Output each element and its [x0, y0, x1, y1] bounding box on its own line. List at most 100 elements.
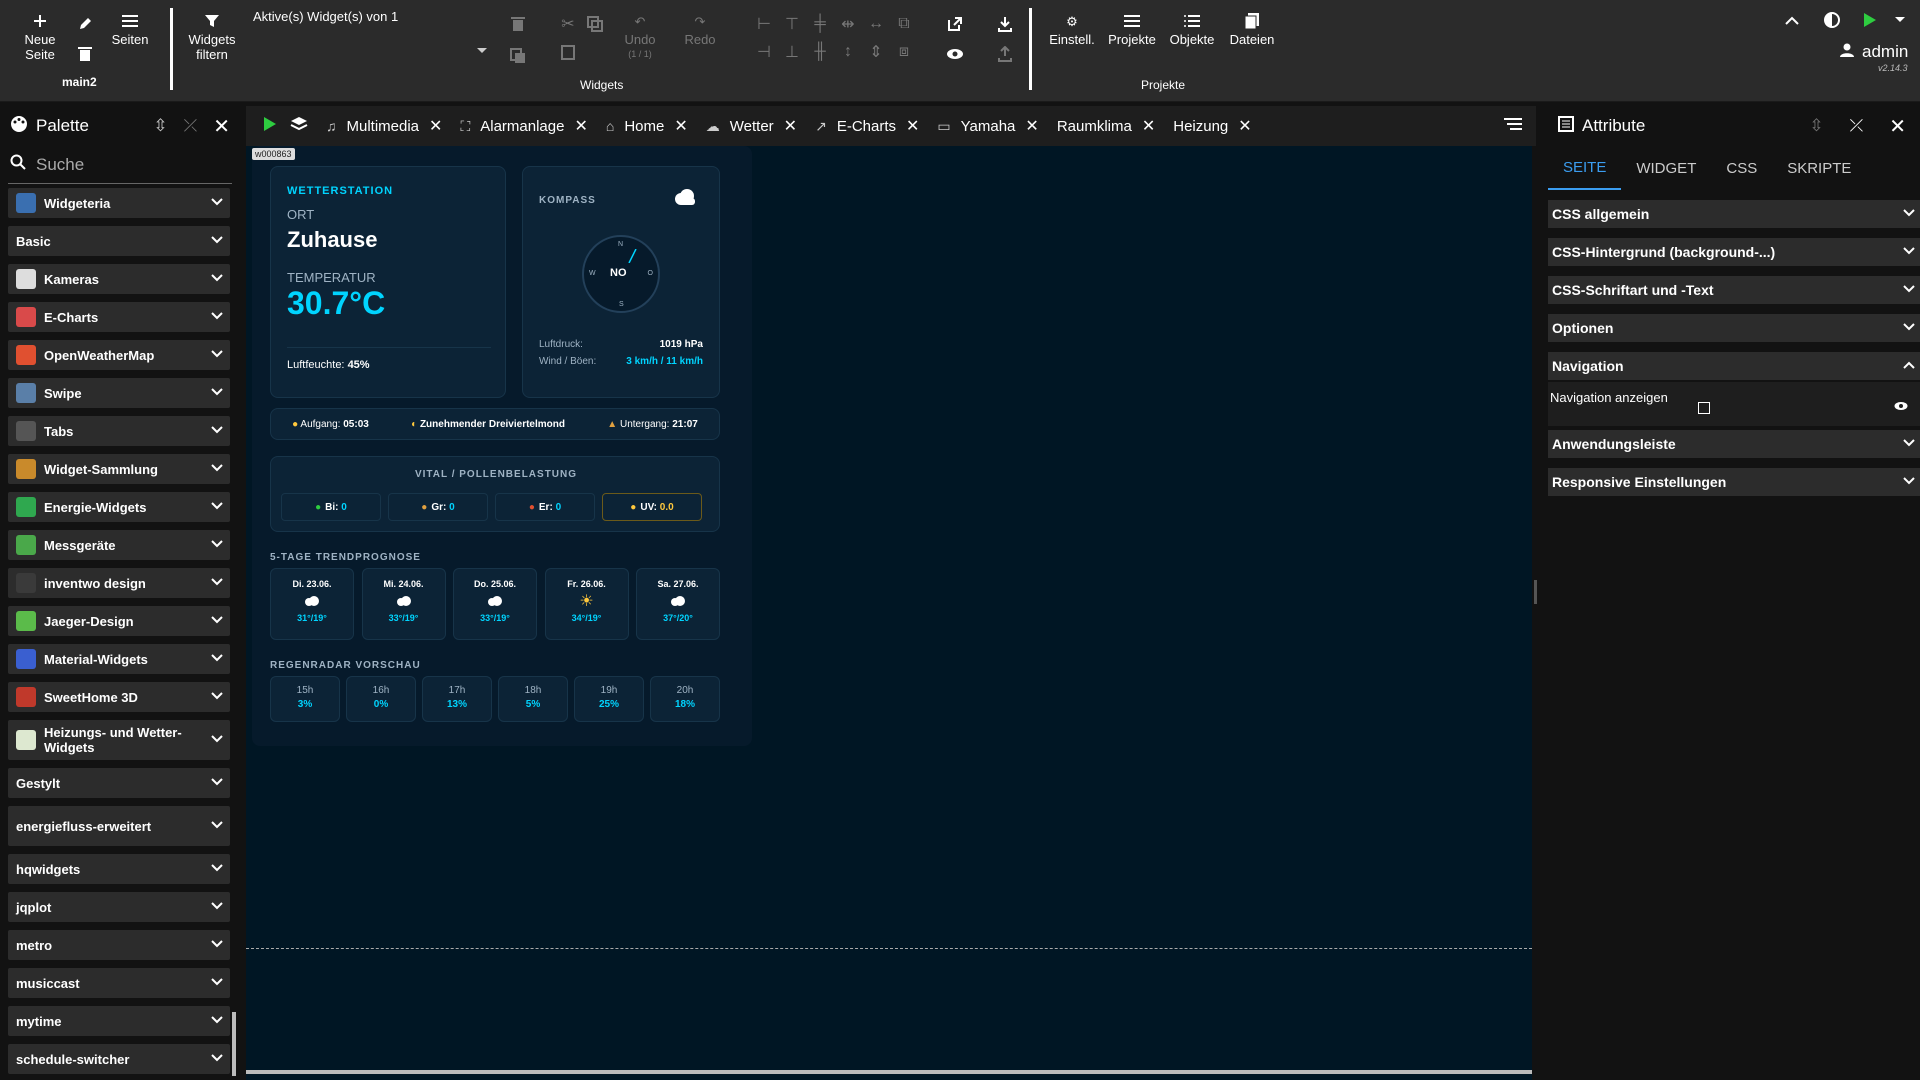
sort-icon[interactable]: ⇳: [1809, 116, 1823, 136]
undo-button[interactable]: ↶ Undo (1 / 1): [620, 10, 660, 62]
section-responsive-einstellungen[interactable]: Responsive Einstellungen: [1548, 468, 1920, 496]
tab-heizung[interactable]: Heizung ✕: [1173, 116, 1251, 136]
palette-item[interactable]: Swipe: [8, 378, 230, 408]
palette-item[interactable]: Heizungs- und Wetter-Widgets: [8, 720, 230, 760]
palette-item[interactable]: schedule-switcher: [8, 1044, 230, 1074]
tab-seite[interactable]: SEITE: [1548, 146, 1622, 190]
copy-widget-icon[interactable]: [508, 46, 528, 66]
align-left-icon[interactable]: ⊢: [754, 14, 774, 34]
delete-widget-icon[interactable]: [508, 14, 528, 34]
chevron-up-icon[interactable]: [1782, 10, 1802, 30]
open-external-icon[interactable]: [945, 14, 965, 34]
distribute-h-icon[interactable]: ⇹: [838, 14, 858, 34]
active-widgets-dropdown[interactable]: [476, 42, 488, 60]
palette-item[interactable]: Tabs: [8, 416, 230, 446]
close-icon[interactable]: ✕: [1142, 116, 1155, 136]
palette-item[interactable]: jqplot: [8, 892, 230, 922]
close-icon[interactable]: ✕: [429, 116, 442, 136]
weather-widget[interactable]: WETTERSTATION ORT Zuhause TEMPERATUR 30.…: [252, 146, 752, 746]
delete-page-icon[interactable]: [75, 44, 95, 64]
tab-e-charts[interactable]: ↗ E-Charts ✕: [815, 116, 919, 136]
theme-toggle-icon[interactable]: [1822, 10, 1842, 30]
palette-item[interactable]: Widget-Sammlung: [8, 454, 230, 484]
close-icon[interactable]: ✕: [1238, 116, 1251, 136]
palette-item[interactable]: Basic: [8, 226, 230, 256]
palette-item[interactable]: Messgeräte: [8, 530, 230, 560]
close-icon[interactable]: ✕: [574, 116, 587, 136]
user-menu[interactable]: admin: [1840, 42, 1908, 62]
edit-page-icon[interactable]: [75, 14, 95, 34]
palette-item[interactable]: metro: [8, 930, 230, 960]
palette-item[interactable]: hqwidgets: [8, 854, 230, 884]
close-icon[interactable]: ✕: [1025, 116, 1038, 136]
close-icon[interactable]: ✕: [906, 116, 919, 136]
settings-button[interactable]: ⚙ Einstell.: [1048, 10, 1096, 48]
section-optionen[interactable]: Optionen: [1548, 314, 1920, 342]
ungroup-icon[interactable]: ⧈: [894, 42, 914, 62]
play-icon[interactable]: [264, 116, 276, 136]
redo-button[interactable]: ↷ Redo: [680, 10, 720, 48]
export-icon[interactable]: [995, 44, 1015, 64]
new-page-button[interactable]: Neue Seite: [22, 10, 58, 62]
nav-show-checkbox[interactable]: [1698, 402, 1710, 414]
palette-item[interactable]: Kameras: [8, 264, 230, 294]
section-css-hintergrund-background-[interactable]: CSS-Hintergrund (background-...): [1548, 238, 1920, 266]
objects-button[interactable]: Objekte: [1166, 10, 1218, 47]
section-css-schriftart-und-text[interactable]: CSS-Schriftart und -Text: [1548, 276, 1920, 304]
align-right-icon[interactable]: ⊣: [754, 42, 774, 62]
right-resize-handle[interactable]: [1534, 580, 1537, 604]
duplicate-icon[interactable]: [585, 14, 605, 34]
align-bottom-icon[interactable]: ⊥: [782, 42, 802, 62]
palette-scrollbar[interactable]: [232, 1012, 236, 1076]
palette-item[interactable]: Gestylt: [8, 768, 230, 798]
align-center-h-icon[interactable]: ╫: [810, 42, 830, 62]
tab-multimedia[interactable]: ♫ Multimedia ✕: [326, 116, 442, 136]
tab-css[interactable]: CSS: [1711, 146, 1772, 190]
tab-alarmanlage[interactable]: ⛶ Alarmanlage ✕: [460, 116, 587, 136]
align-top-icon[interactable]: ⊤: [782, 14, 802, 34]
palette-item[interactable]: mytime: [8, 1006, 230, 1036]
editor-canvas[interactable]: WETTERSTATION ORT Zuhause TEMPERATUR 30.…: [246, 146, 1532, 1080]
palette-search[interactable]: Suche: [8, 146, 232, 184]
distribute-v-icon[interactable]: ↕: [838, 42, 858, 62]
align-center-v-icon[interactable]: ╪: [810, 14, 830, 34]
palette-item[interactable]: Energie-Widgets: [8, 492, 230, 522]
close-icon[interactable]: ✕: [674, 116, 687, 136]
section-anwendungsleiste[interactable]: Anwendungsleiste: [1548, 430, 1920, 458]
import-icon[interactable]: [995, 14, 1015, 34]
palette-item[interactable]: musiccast: [8, 968, 230, 998]
group-icon[interactable]: ⧉: [894, 14, 914, 34]
tab-widget[interactable]: WIDGET: [1621, 146, 1711, 190]
palette-item[interactable]: SweetHome 3D: [8, 682, 230, 712]
widgets-filter-button[interactable]: Widgets filtern: [186, 10, 238, 62]
close-icon[interactable]: ✕: [784, 116, 797, 136]
palette-item[interactable]: OpenWeatherMap: [8, 340, 230, 370]
collapse-all-icon[interactable]: ⤫: [184, 116, 198, 136]
palette-item[interactable]: Widgeteria: [8, 188, 230, 218]
palette-item[interactable]: Jaeger-Design: [8, 606, 230, 636]
close-icon[interactable]: ✕: [213, 114, 230, 139]
palette-item[interactable]: inventwo design: [8, 568, 230, 598]
paste-icon[interactable]: [558, 42, 578, 62]
tabs-menu-icon[interactable]: [1504, 117, 1522, 135]
section-css-allgemein[interactable]: CSS allgemein: [1548, 200, 1920, 228]
palette-item[interactable]: Material-Widgets: [8, 644, 230, 674]
cut-icon[interactable]: ✂: [558, 14, 578, 34]
tab-skripte[interactable]: SKRIPTE: [1772, 146, 1866, 190]
eye-icon[interactable]: [1894, 398, 1908, 416]
run-dropdown-icon[interactable]: [1890, 10, 1910, 30]
equal-height-icon[interactable]: ⇕: [866, 42, 886, 62]
layers-icon[interactable]: [290, 116, 308, 137]
collapse-all-icon[interactable]: ⤫: [1850, 116, 1864, 136]
equal-width-icon[interactable]: ↔: [866, 14, 886, 34]
eye-icon[interactable]: [945, 44, 965, 64]
section-navigation[interactable]: Navigation: [1548, 352, 1920, 380]
tab-home[interactable]: ⌂ Home ✕: [606, 116, 688, 136]
pages-button[interactable]: Seiten: [108, 10, 152, 47]
close-icon[interactable]: ✕: [1889, 114, 1906, 139]
search-input[interactable]: Suche: [36, 155, 84, 175]
run-icon[interactable]: [1860, 10, 1880, 30]
tab-yamaha[interactable]: ▭ Yamaha ✕: [937, 116, 1038, 136]
sort-icon[interactable]: ⇳: [153, 116, 167, 136]
tab-raumklima[interactable]: Raumklima ✕: [1057, 116, 1155, 136]
